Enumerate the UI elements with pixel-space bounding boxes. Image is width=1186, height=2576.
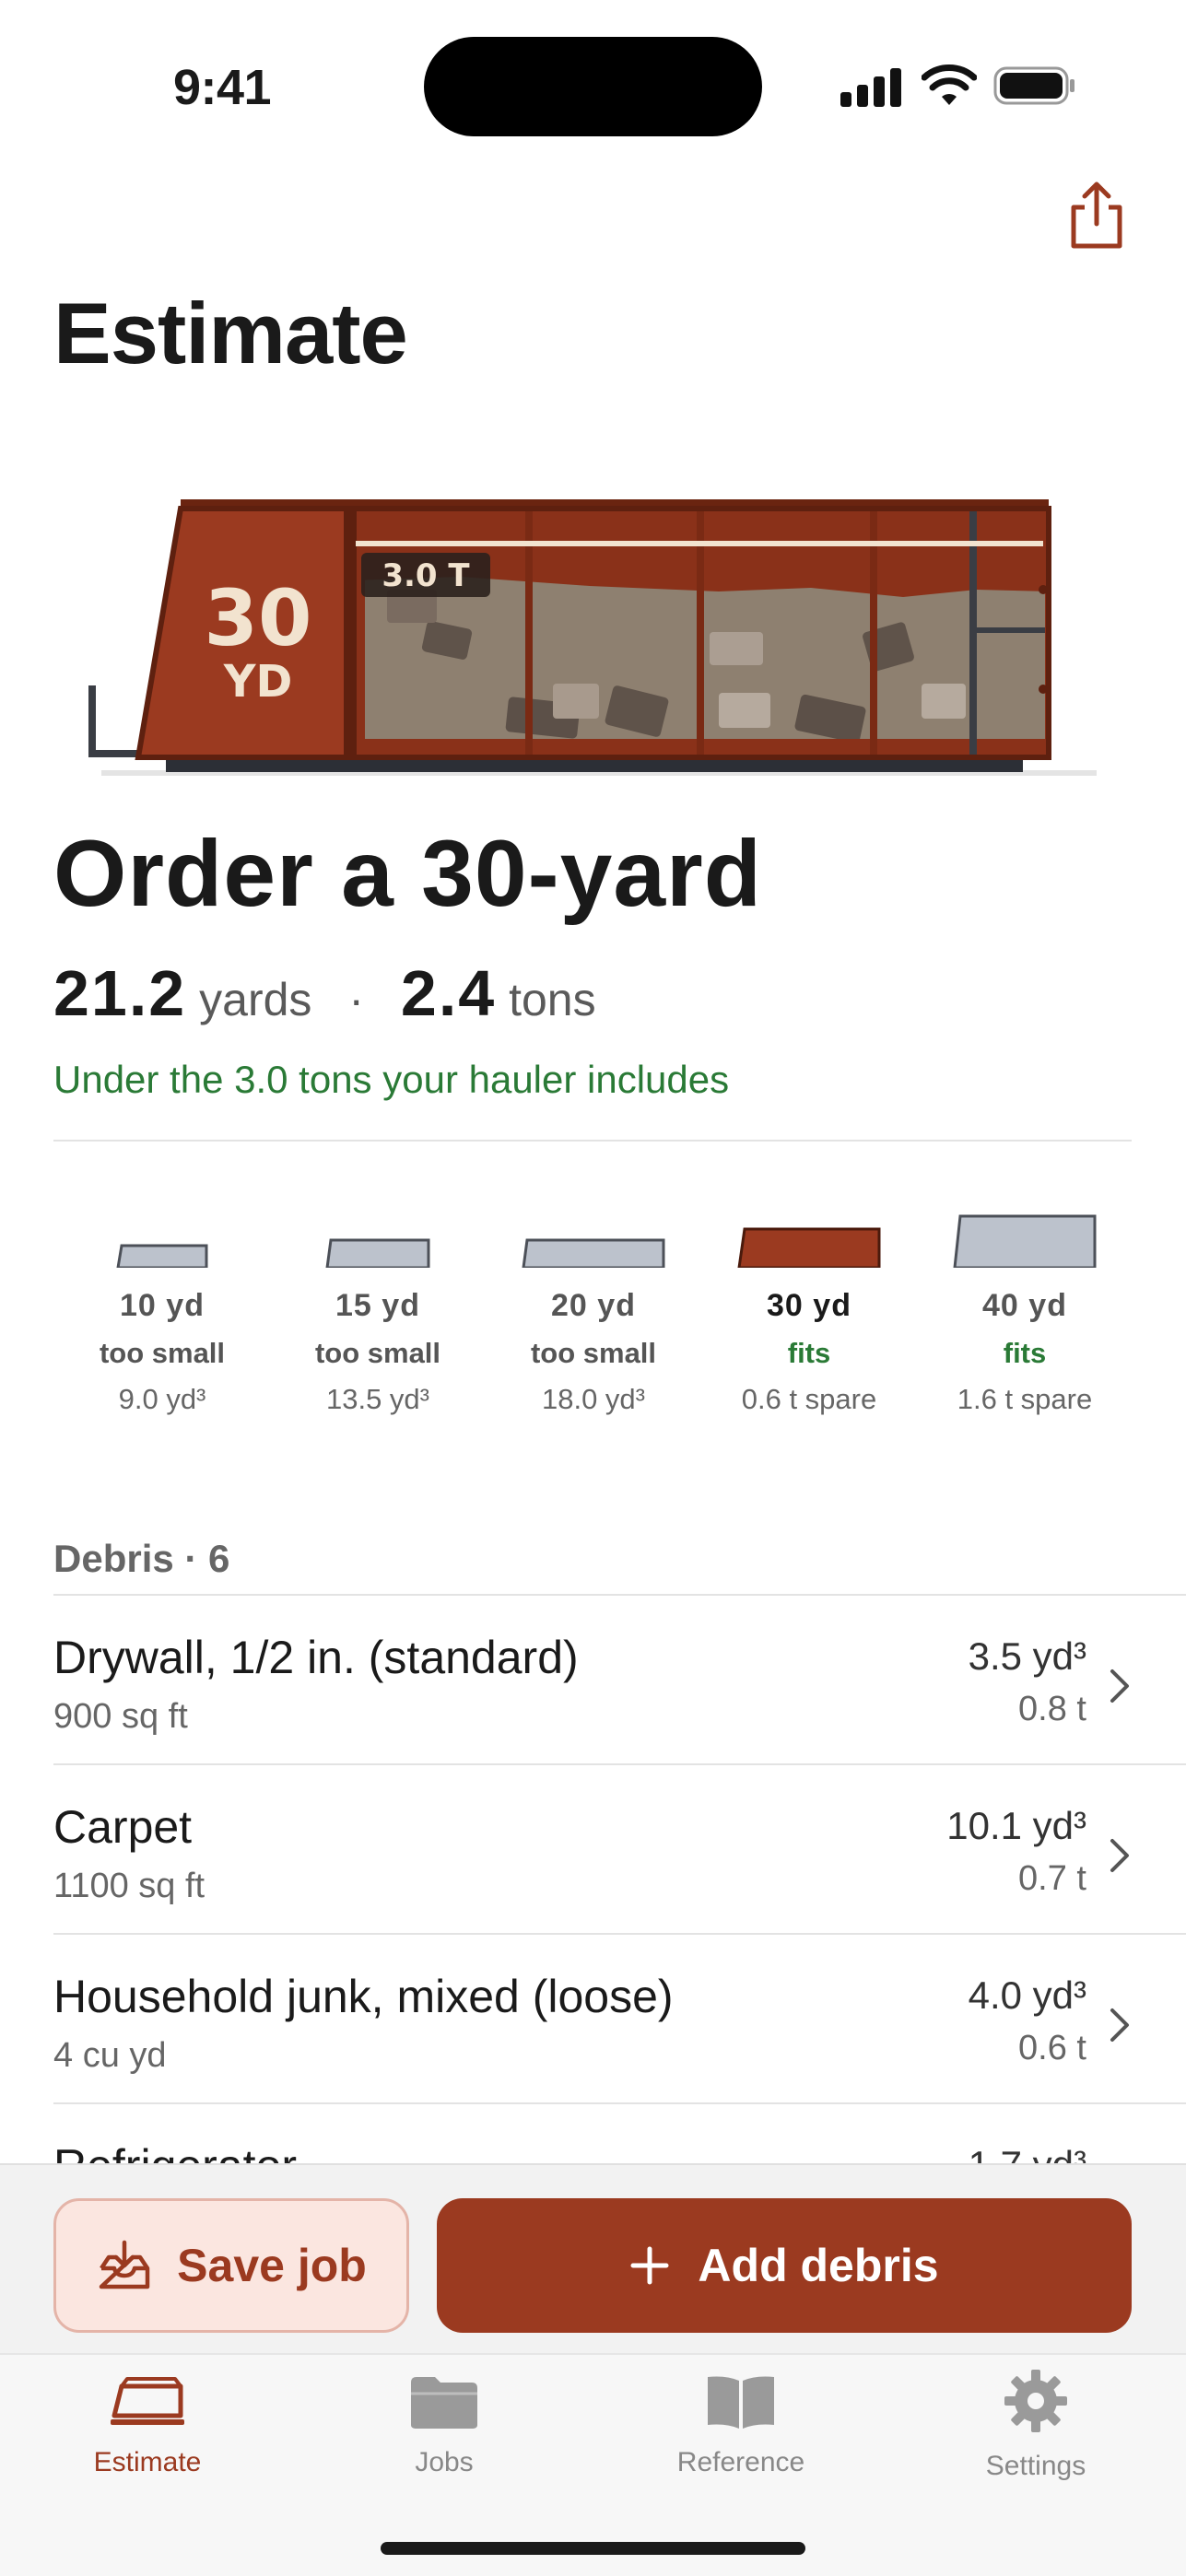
add-debris-label: Add debris bbox=[698, 2240, 939, 2291]
gear-icon bbox=[1004, 2370, 1067, 2432]
debris-weight: 0.8 t bbox=[1018, 1690, 1086, 1728]
size-name: 40 yd bbox=[982, 1288, 1067, 1323]
volume-value: 21.2 bbox=[53, 957, 187, 1029]
cellular-signal-icon bbox=[840, 66, 903, 107]
tab-reference[interactable]: Reference bbox=[630, 2373, 851, 2478]
chevron-right-icon bbox=[1110, 2008, 1129, 2042]
debris-row[interactable]: Household junk, mixed (loose) 4 cu yd 4.… bbox=[53, 1933, 1186, 2102]
wifi-icon bbox=[922, 64, 977, 105]
book-icon bbox=[708, 2376, 774, 2429]
tab-label: Jobs bbox=[415, 2447, 474, 2477]
debris-row[interactable]: Carpet 1100 sq ft 10.1 yd³ 0.7 t bbox=[53, 1763, 1186, 1933]
weight-value: 2.4 bbox=[400, 957, 497, 1029]
add-debris-button[interactable]: Add debris bbox=[437, 2198, 1132, 2333]
dumpster-size-icon bbox=[953, 1214, 1097, 1268]
share-button[interactable] bbox=[1064, 180, 1129, 253]
size-status: too small bbox=[530, 1337, 657, 1369]
tab-jobs[interactable]: Jobs bbox=[334, 2373, 555, 2478]
dumpster-size-icon bbox=[325, 1238, 430, 1268]
size-name: 30 yd bbox=[767, 1288, 851, 1323]
dumpster-illustration: 3.0 T 30 YD bbox=[88, 499, 1097, 776]
weight-unit: tons bbox=[509, 974, 596, 1025]
divider bbox=[53, 1140, 1132, 1142]
size-name: 10 yd bbox=[120, 1288, 205, 1323]
estimate-metrics: 21.2 yards · 2.4 tons bbox=[53, 956, 596, 1030]
size-name: 20 yd bbox=[551, 1288, 636, 1323]
tab-label: Estimate bbox=[93, 2447, 202, 2477]
dumpster-icon bbox=[111, 2377, 184, 2425]
plus-icon bbox=[630, 2246, 669, 2285]
debris-volume: 3.5 yd³ bbox=[968, 1634, 1086, 1678]
chevron-right-icon bbox=[1110, 1669, 1129, 1703]
dumpster-size-number: 30 bbox=[205, 573, 312, 663]
hauler-weight-note: Under the 3.0 tons your hauler includes bbox=[53, 1058, 730, 1101]
size-option-15-yd[interactable]: 15 yd too small 13.5 yd³ bbox=[269, 1207, 487, 1416]
volume-unit: yards bbox=[199, 974, 312, 1025]
debris-name: Refrigerator bbox=[53, 2139, 297, 2165]
page-title: Estimate bbox=[53, 285, 408, 381]
debris-volume: 4.0 yd³ bbox=[968, 1973, 1086, 2017]
tab-bar: Estimate Jobs Reference Settings bbox=[0, 2353, 1186, 2576]
size-status: too small bbox=[314, 1337, 441, 1369]
debris-volume: 10.1 yd³ bbox=[946, 1804, 1086, 1847]
debris-section-header: Debris · 6 bbox=[53, 1537, 230, 1580]
dumpster-size-unit: YD bbox=[223, 656, 293, 708]
size-option-20-yd[interactable]: 20 yd too small 18.0 yd³ bbox=[485, 1207, 702, 1416]
debris-volume: 1.7 yd³ bbox=[968, 2143, 1086, 2165]
status-time: 9:41 bbox=[173, 60, 272, 115]
save-job-label: Save job bbox=[177, 2240, 367, 2291]
action-bar: Save job Add debris bbox=[0, 2163, 1186, 2353]
debris-quantity: 900 sq ft bbox=[53, 1697, 188, 1736]
debris-quantity: 4 cu yd bbox=[53, 2036, 167, 2075]
tab-estimate[interactable]: Estimate bbox=[37, 2373, 258, 2478]
dumpster-size-icon bbox=[522, 1238, 665, 1268]
debris-name: Drywall, 1/2 in. (standard) bbox=[53, 1632, 579, 1683]
save-job-button[interactable]: Save job bbox=[53, 2198, 409, 2333]
dynamic-island bbox=[424, 37, 762, 136]
debris-name: Carpet bbox=[53, 1801, 193, 1853]
debris-name: Household junk, mixed (loose) bbox=[53, 1971, 674, 2022]
metric-separator: · bbox=[348, 974, 364, 1025]
debris-weight: 0.6 t bbox=[1018, 2029, 1086, 2067]
debris-list: Drywall, 1/2 in. (standard) 900 sq ft 3.… bbox=[53, 1594, 1186, 2165]
size-comparison: 10 yd too small 9.0 yd³ 15 yd too small … bbox=[53, 1207, 1133, 1428]
tab-label: Reference bbox=[676, 2447, 805, 2477]
debris-row[interactable]: Drywall, 1/2 in. (standard) 900 sq ft 3.… bbox=[53, 1594, 1186, 1763]
size-status: too small bbox=[99, 1337, 226, 1369]
size-detail: 1.6 t spare bbox=[957, 1383, 1093, 1415]
chevron-right-icon bbox=[1110, 1839, 1129, 1872]
tray-download-icon bbox=[99, 2240, 150, 2289]
tab-settings[interactable]: Settings bbox=[925, 2370, 1146, 2482]
status-bar: 9:41 bbox=[0, 0, 1186, 175]
tab-label: Settings bbox=[985, 2451, 1086, 2481]
size-name: 15 yd bbox=[335, 1288, 420, 1323]
size-detail: 18.0 yd³ bbox=[541, 1383, 645, 1415]
recommendation-headline: Order a 30-yard bbox=[53, 821, 763, 926]
size-option-30-yd[interactable]: 30 yd fits 0.6 t spare bbox=[700, 1207, 918, 1416]
size-detail: 9.0 yd³ bbox=[118, 1383, 206, 1415]
size-option-40-yd[interactable]: 40 yd fits 1.6 t spare bbox=[916, 1207, 1133, 1416]
battery-icon bbox=[993, 66, 1074, 105]
debris-quantity: 1100 sq ft bbox=[53, 1867, 205, 1905]
size-detail: 0.6 t spare bbox=[741, 1383, 877, 1415]
size-detail: 13.5 yd³ bbox=[325, 1383, 429, 1415]
dumpster-size-icon bbox=[116, 1244, 208, 1268]
home-indicator bbox=[381, 2542, 805, 2555]
size-option-10-yd[interactable]: 10 yd too small 9.0 yd³ bbox=[53, 1207, 271, 1416]
dumpster-size-icon-selected bbox=[737, 1227, 881, 1268]
debris-row[interactable]: Refrigerator 1.7 yd³ bbox=[53, 2102, 1186, 2165]
folder-icon bbox=[411, 2377, 477, 2429]
weight-limit-label: 3.0 T bbox=[382, 557, 470, 594]
size-status: fits bbox=[1003, 1337, 1047, 1369]
size-status: fits bbox=[787, 1337, 831, 1369]
debris-weight: 0.7 t bbox=[1018, 1859, 1086, 1898]
